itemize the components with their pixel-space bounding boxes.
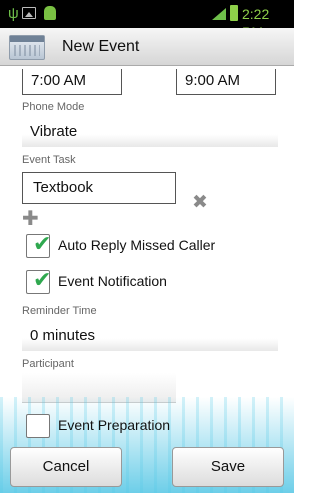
check-icon: ✔ [33, 267, 52, 292]
auto-reply-checkbox-row[interactable]: ✔ Auto Reply Missed Caller [22, 231, 272, 260]
battery-icon [230, 5, 238, 21]
participant-field[interactable] [22, 373, 176, 403]
save-button[interactable]: Save [172, 447, 284, 487]
event-preparation-label: Event Preparation [58, 417, 171, 433]
add-task-icon[interactable]: ✚ [22, 209, 39, 229]
action-bar: New Event [0, 28, 294, 66]
check-icon: ✔ [33, 231, 52, 256]
event-task-input[interactable]: Textbook [22, 172, 176, 204]
reminder-time-select[interactable]: 0 minutes [22, 323, 278, 351]
reminder-time-label: Reminder Time [22, 305, 97, 317]
event-notification-checkbox[interactable]: ✔ [26, 267, 52, 294]
signal-icon [212, 8, 226, 20]
page-title: New Event [62, 38, 140, 55]
status-bar: ψ 2:22 PM [0, 0, 294, 40]
cancel-button[interactable]: Cancel [10, 447, 122, 487]
event-notification-label: Event Notification [58, 273, 167, 289]
phone-mode-select[interactable]: Vibrate [22, 119, 278, 147]
calendar-icon[interactable] [9, 35, 45, 60]
auto-reply-label: Auto Reply Missed Caller [58, 237, 216, 253]
phone-mode-label: Phone Mode [22, 101, 85, 113]
end-time-field[interactable]: 9:00 AM [176, 69, 276, 95]
usb-icon: ψ [8, 5, 19, 22]
event-form: 7:00 AM 9:00 AM Phone Mode Vibrate Event… [0, 67, 294, 493]
remove-task-icon[interactable]: ✖ [192, 191, 208, 214]
event-task-label: Event Task [22, 154, 76, 166]
image-icon [22, 7, 36, 19]
start-time-field[interactable]: 7:00 AM [22, 69, 122, 95]
auto-reply-checkbox[interactable]: ✔ [26, 231, 52, 258]
event-preparation-checkbox[interactable] [26, 414, 50, 438]
event-notification-checkbox-row[interactable]: ✔ Event Notification [22, 267, 272, 296]
participant-label: Participant [22, 358, 74, 370]
android-icon [44, 6, 56, 20]
event-preparation-checkbox-row[interactable]: Event Preparation [22, 414, 272, 440]
